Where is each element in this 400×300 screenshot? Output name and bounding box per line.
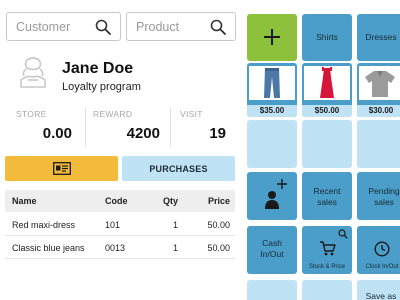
pending-sales-tile[interactable]: Pending sales	[357, 172, 400, 220]
empty-tile[interactable]	[247, 280, 297, 300]
customer-program: Loyalty program	[62, 81, 141, 93]
empty-tile[interactable]	[302, 120, 352, 168]
save-as-label: Save as	[365, 291, 397, 300]
customer-search-input[interactable]	[16, 18, 94, 36]
stat-reward-value: 4200	[126, 125, 160, 142]
search-icon	[338, 229, 348, 239]
product-image	[304, 66, 350, 100]
category-tile-dresses[interactable]: Dresses	[357, 14, 400, 61]
customer-card-button[interactable]	[5, 156, 118, 181]
product-search[interactable]	[126, 12, 236, 41]
recent-sales-tile[interactable]: Recent sales	[302, 172, 352, 220]
save-as-tile[interactable]: Save as	[357, 280, 400, 300]
stat-divider	[170, 107, 171, 147]
add-customer-tile[interactable]	[247, 172, 297, 220]
customer-search[interactable]	[6, 12, 121, 41]
stat-visit-value: 19	[209, 125, 226, 142]
cart-icon	[320, 241, 336, 256]
customer-avatar-icon	[20, 57, 46, 88]
product-image	[359, 66, 400, 100]
row-price: 50.00	[207, 243, 230, 253]
product-price: $30.00	[357, 105, 400, 117]
dress-icon	[320, 67, 334, 98]
empty-tile[interactable]	[247, 120, 297, 168]
stat-store-value: 0.00	[42, 125, 72, 142]
add-category-tile[interactable]	[247, 14, 297, 61]
empty-tile[interactable]	[357, 120, 400, 168]
cash-in-out-tile[interactable]: Cash In/Out	[247, 226, 297, 274]
jeans-icon	[264, 68, 280, 98]
stat-reward-label: REWARD	[93, 109, 133, 119]
header-qty: Qty	[162, 196, 178, 206]
empty-tile[interactable]	[302, 280, 352, 300]
product-tile-red-dress[interactable]: $50.00	[302, 63, 352, 117]
stat-visit-label: VISIT	[180, 109, 203, 119]
stat-divider	[85, 107, 86, 147]
search-icon[interactable]	[95, 19, 111, 35]
product-price: $50.00	[302, 105, 352, 117]
row-price: 50.00	[207, 220, 230, 230]
sale-panel: Jane Doe Loyalty program STORE 0.00 REWA…	[0, 0, 240, 300]
product-search-input[interactable]	[136, 18, 214, 36]
purchases-button[interactable]: PURCHASES	[122, 156, 235, 181]
row-qty: 1	[172, 220, 178, 230]
row-code: 101	[105, 220, 121, 230]
clock-icon	[374, 241, 390, 257]
add-user-icon	[265, 179, 287, 209]
header-price: Price	[207, 196, 230, 206]
category-tile-shirts[interactable]: Shirts	[302, 14, 352, 61]
product-tile-polo[interactable]: $30.00	[357, 63, 400, 117]
header-code: Code	[105, 196, 128, 206]
category-label: Shirts	[316, 32, 338, 42]
product-price: $35.00	[247, 105, 297, 117]
product-tile-jeans[interactable]: $35.00	[247, 63, 297, 117]
id-card-icon	[53, 162, 71, 175]
row-name: Red maxi-dress	[12, 220, 76, 230]
stock-price-label: Stock & Price	[308, 264, 345, 270]
table-header: Name Code Qty Price	[5, 190, 235, 212]
shirt-icon	[365, 71, 395, 97]
table-row[interactable]: Red maxi-dress 101 1 50.00	[5, 214, 235, 236]
clock-in-out-label: Clock In/Out	[365, 264, 399, 270]
customer-name: Jane Doe	[62, 60, 134, 77]
cash-in-out-label: Cash In/Out	[260, 238, 284, 259]
recent-sales-label: Recent sales	[313, 186, 341, 207]
row-qty: 1	[172, 243, 178, 253]
row-name: Classic blue jeans	[12, 243, 85, 253]
row-code: 0013	[105, 243, 126, 253]
table-row[interactable]: Classic blue jeans 0013 1 50.00	[5, 237, 235, 259]
stat-store-label: STORE	[16, 109, 47, 119]
plus-icon	[264, 29, 280, 45]
clock-in-out-tile[interactable]: Clock In/Out	[357, 226, 400, 274]
search-icon[interactable]	[210, 19, 226, 35]
header-name: Name	[12, 196, 37, 206]
stock-price-tile[interactable]: Stock & Price	[302, 226, 352, 274]
pending-sales-label: Pending sales	[368, 186, 400, 207]
category-label: Dresses	[365, 32, 397, 42]
product-image	[249, 66, 295, 100]
